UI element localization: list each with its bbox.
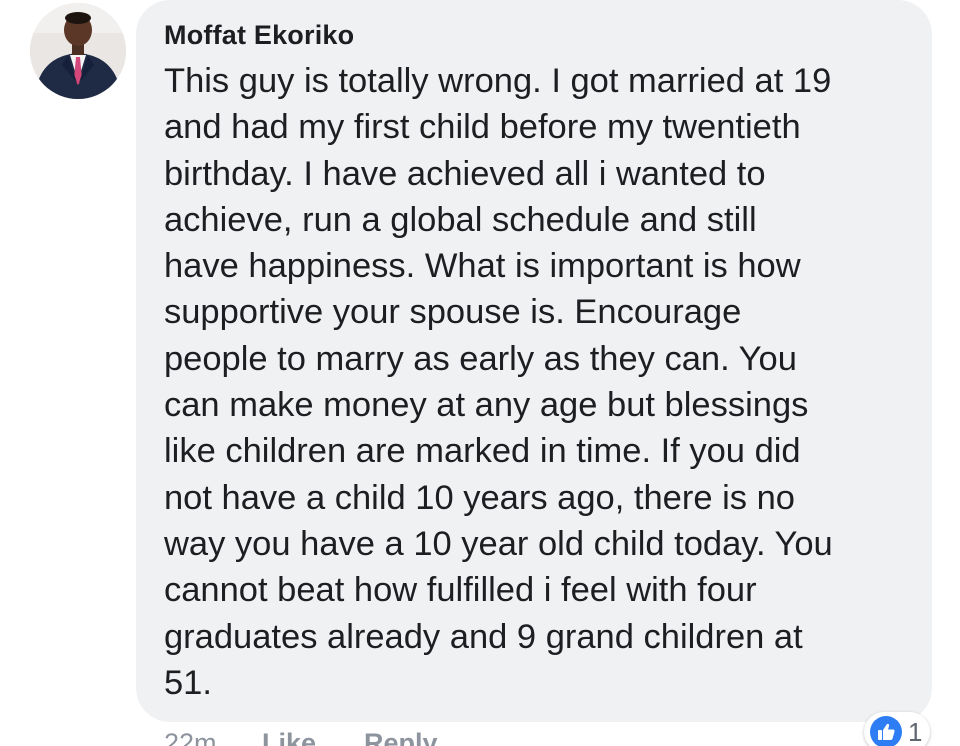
avatar-photo (30, 3, 126, 99)
thumbs-up-icon (870, 716, 902, 746)
comment-timestamp[interactable]: 22m (164, 728, 217, 746)
reply-button[interactable]: Reply (364, 728, 438, 746)
reaction-count: 1 (908, 716, 923, 746)
comment-thread: Moffat Ekoriko This guy is totally wrong… (0, 0, 960, 746)
comment-text: This guy is totally wrong. I got married… (164, 62, 833, 702)
reaction-summary[interactable]: 1 (864, 712, 931, 746)
comment-author-name[interactable]: Moffat Ekoriko (164, 20, 354, 51)
avatar[interactable] (30, 3, 126, 99)
like-button[interactable]: Like (262, 728, 316, 746)
